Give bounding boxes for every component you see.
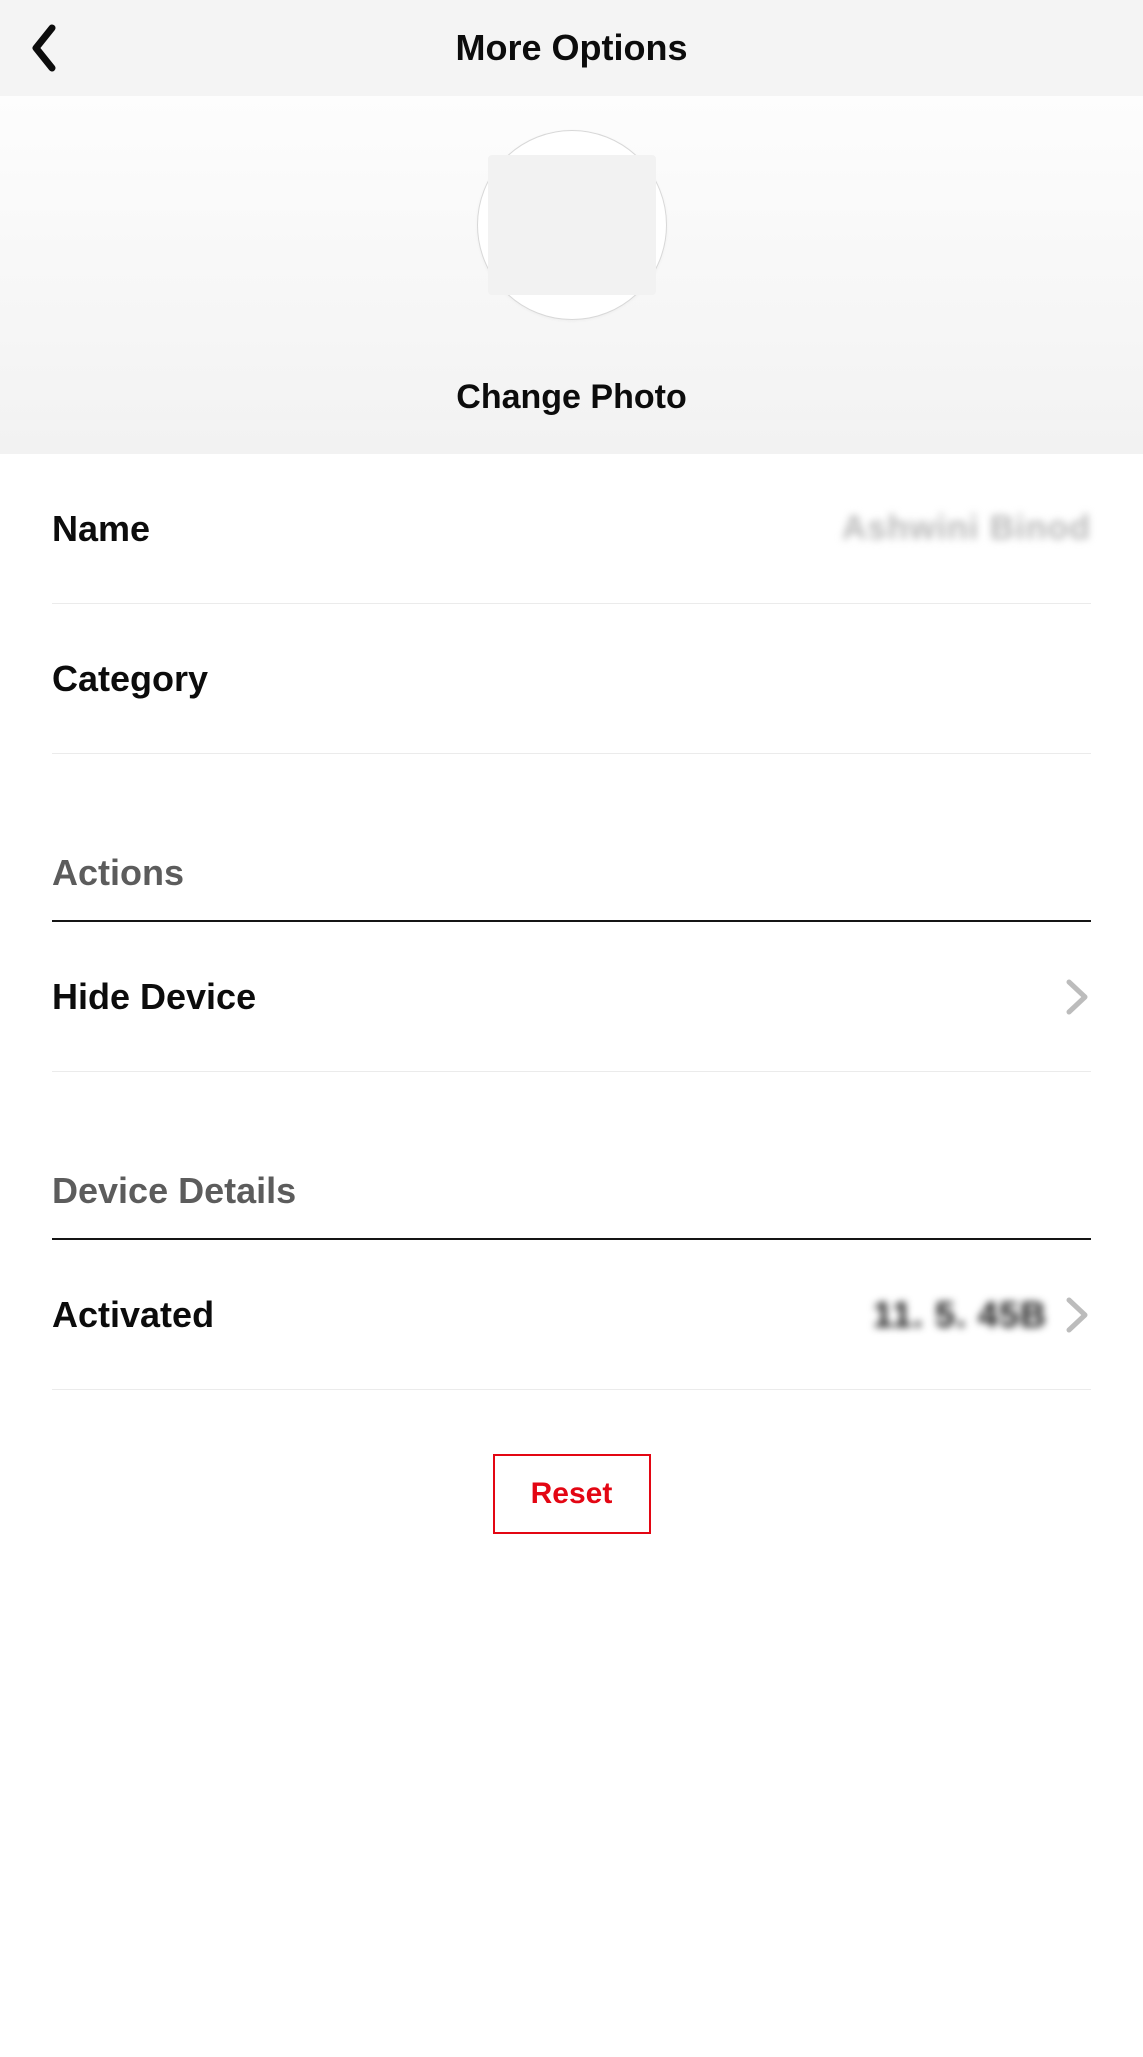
actions-heading: Actions xyxy=(52,852,1091,922)
chevron-left-icon xyxy=(28,24,60,72)
activated-label: Activated xyxy=(52,1294,214,1336)
activated-row[interactable]: Activated 11. 5. 45B xyxy=(52,1240,1091,1390)
category-row[interactable]: Category xyxy=(52,604,1091,754)
device-details-heading: Device Details xyxy=(52,1170,1091,1240)
name-value: Ashwini Binod xyxy=(842,509,1091,548)
avatar-placeholder xyxy=(488,155,656,295)
name-row[interactable]: Name Ashwini Binod xyxy=(52,454,1091,604)
avatar[interactable] xyxy=(477,130,667,320)
reset-wrap: Reset xyxy=(52,1454,1091,1534)
chevron-right-icon xyxy=(1065,1296,1091,1334)
device-details-section: Device Details Activated 11. 5. 45B xyxy=(52,1170,1091,1390)
header-bar: More Options xyxy=(0,0,1143,96)
hide-device-row[interactable]: Hide Device xyxy=(52,922,1091,1072)
content-area: Name Ashwini Binod Category Actions Hide… xyxy=(0,454,1143,1534)
activated-value: 11. 5. 45B xyxy=(873,1294,1047,1336)
page-title: More Options xyxy=(0,27,1143,69)
reset-button[interactable]: Reset xyxy=(493,1454,651,1534)
photo-section: Change Photo xyxy=(0,96,1143,454)
category-label: Category xyxy=(52,658,208,700)
change-photo-button[interactable]: Change Photo xyxy=(456,378,686,417)
actions-section: Actions Hide Device xyxy=(52,852,1091,1072)
back-button[interactable] xyxy=(14,0,74,96)
name-label: Name xyxy=(52,508,150,550)
hide-device-label: Hide Device xyxy=(52,976,256,1018)
chevron-right-icon xyxy=(1065,978,1091,1016)
